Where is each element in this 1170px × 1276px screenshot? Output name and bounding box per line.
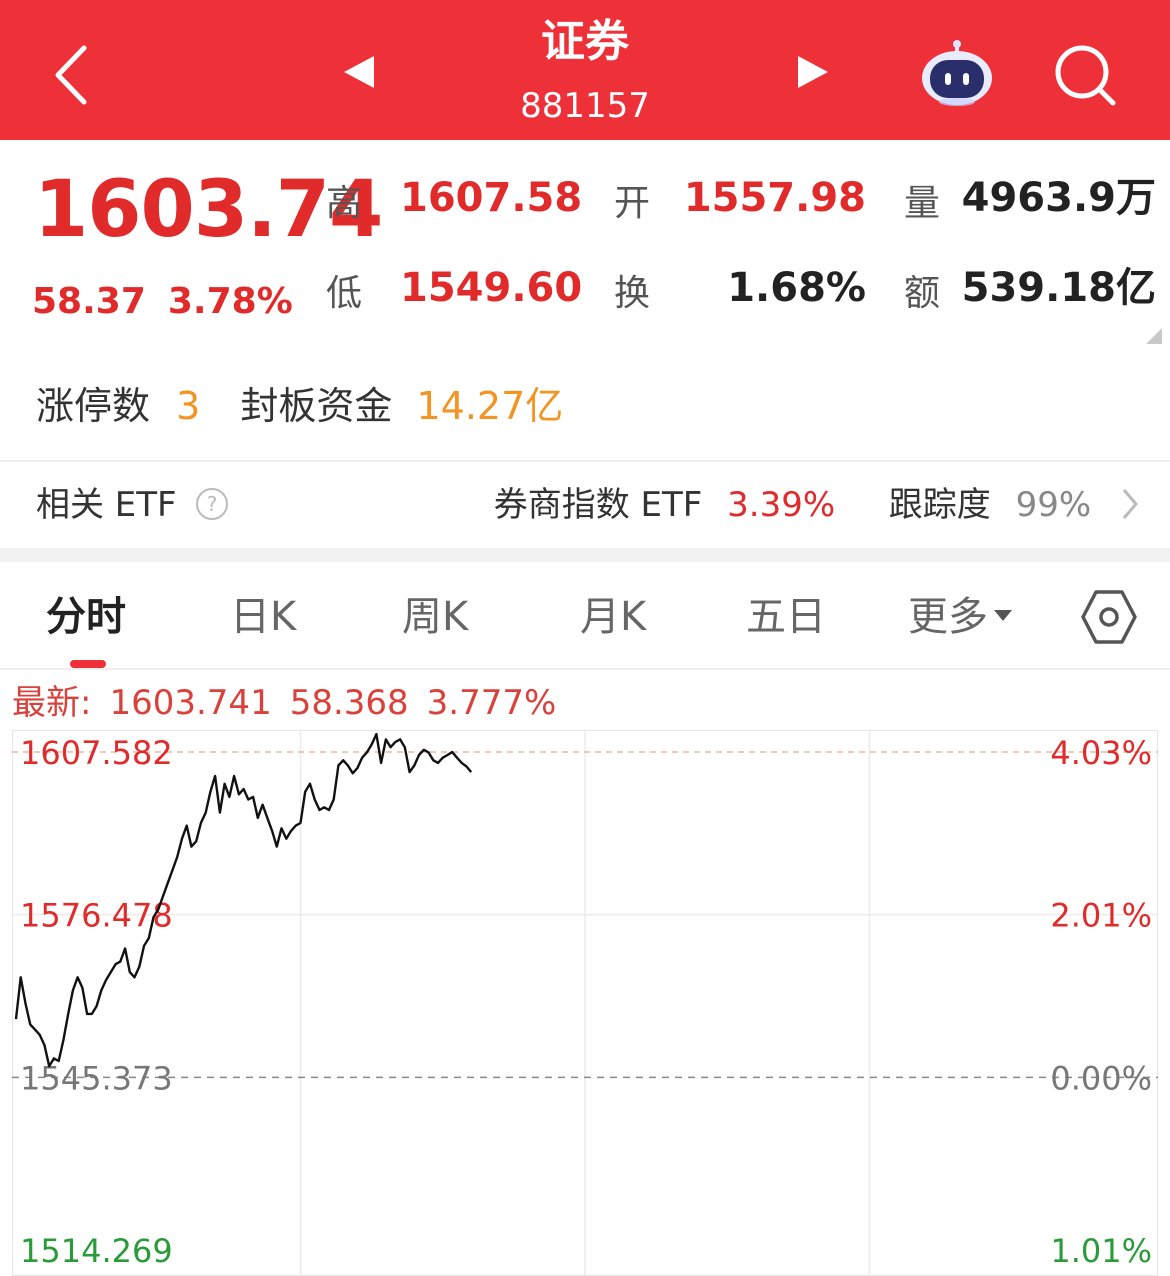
divider bbox=[0, 668, 1170, 670]
related-etf-row[interactable]: 相关 ETF ? 券商指数 ETF 3.39% 跟踪度 99% bbox=[0, 462, 1170, 548]
limit-up-row: 涨停数 3 封板资金 14.27亿 bbox=[36, 380, 563, 432]
volume-value: 4963.9万 bbox=[961, 175, 1156, 221]
tracking-value: 99% bbox=[1015, 485, 1092, 525]
latest-label: 最新: bbox=[12, 683, 92, 723]
triangle-right-icon[interactable] bbox=[792, 52, 832, 92]
tracking-label: 跟踪度 bbox=[888, 485, 991, 525]
tab-weekly-k[interactable]: 周K bbox=[402, 590, 468, 644]
price-change: 58.37 3.78% bbox=[32, 278, 293, 326]
question-circle-icon[interactable]: ? bbox=[195, 487, 229, 521]
volume-label: 量 bbox=[904, 183, 941, 224]
caret-down-icon bbox=[994, 609, 1012, 621]
svg-text:?: ? bbox=[207, 492, 218, 516]
expand-corner-icon[interactable] bbox=[1146, 328, 1162, 344]
etf-name: 券商指数 ETF bbox=[493, 485, 703, 525]
chevron-left-icon[interactable] bbox=[46, 40, 96, 110]
etf-percent: 3.39% bbox=[727, 485, 836, 525]
y-tick-label-left: 1607.582 bbox=[20, 734, 173, 772]
search-icon[interactable] bbox=[1052, 42, 1118, 108]
related-etf-title: 相关 ETF ? bbox=[36, 482, 229, 528]
open-value: 1557.98 bbox=[683, 175, 866, 221]
tab-monthly-k[interactable]: 月K bbox=[580, 590, 646, 644]
tab-five-day[interactable]: 五日 bbox=[746, 590, 826, 644]
y-tick-label-right: 0.00% bbox=[1050, 1059, 1152, 1097]
seal-fund-value: 14.27亿 bbox=[416, 384, 564, 428]
intraday-chart[interactable]: 1607.5821576.4781545.3731514.2694.03%2.0… bbox=[12, 730, 1158, 1276]
app-header: 证券 881157 bbox=[0, 0, 1170, 140]
y-tick-label-left: 1545.373 bbox=[20, 1059, 173, 1097]
settings-hexagon-icon[interactable] bbox=[1080, 588, 1138, 646]
turnover-label: 换 bbox=[614, 273, 651, 314]
y-tick-label-right: 2.01% bbox=[1050, 897, 1152, 935]
robot-icon[interactable] bbox=[918, 38, 996, 108]
seal-fund-label: 封板资金 bbox=[240, 384, 393, 428]
chart-axis-labels: 1607.5821576.4781545.3731514.2694.03%2.0… bbox=[20, 734, 1152, 1270]
high-value: 1607.58 bbox=[400, 175, 583, 221]
stock-code: 881157 bbox=[520, 86, 650, 126]
etf-info[interactable]: 券商指数 ETF 3.39% 跟踪度 99% bbox=[494, 482, 1140, 528]
related-etf-label: 相关 ETF bbox=[36, 485, 177, 525]
page-title: 证券 bbox=[541, 16, 629, 67]
chevron-right-icon[interactable] bbox=[1120, 486, 1140, 522]
tab-more[interactable]: 更多 bbox=[908, 590, 1012, 644]
change-percent: 3.78% bbox=[167, 281, 293, 322]
latest-quote-line: 最新: 1603.741 58.368 3.777% bbox=[12, 680, 556, 726]
open-label: 开 bbox=[614, 183, 651, 224]
chart-grid bbox=[12, 730, 1158, 1276]
latest-price: 1603.741 bbox=[109, 683, 272, 723]
high-label: 高 bbox=[326, 183, 363, 224]
section-separator bbox=[0, 548, 1170, 562]
turnover-value: 1.68% bbox=[727, 265, 866, 311]
y-tick-label-right: 1.01% bbox=[1050, 1232, 1152, 1270]
tab-more-label: 更多 bbox=[908, 594, 988, 640]
change-value: 58.37 bbox=[32, 281, 146, 322]
amount-value: 539.18亿 bbox=[961, 265, 1156, 311]
tab-intraday[interactable]: 分时 bbox=[46, 590, 126, 644]
chart-tabs: 分时 日K 周K 月K 五日 更多 bbox=[0, 568, 1170, 668]
y-tick-label-right: 4.03% bbox=[1050, 734, 1152, 772]
triangle-left-icon[interactable] bbox=[340, 52, 380, 92]
latest-percent: 3.777% bbox=[426, 683, 557, 723]
active-tab-indicator bbox=[70, 660, 106, 668]
tab-daily-k[interactable]: 日K bbox=[230, 590, 296, 644]
low-label: 低 bbox=[326, 273, 363, 314]
low-value: 1549.60 bbox=[400, 265, 583, 311]
amount-label: 额 bbox=[904, 273, 941, 314]
limit-up-count: 3 bbox=[176, 384, 201, 428]
latest-change: 58.368 bbox=[289, 683, 409, 723]
y-tick-label-left: 1514.269 bbox=[20, 1232, 173, 1270]
limit-up-count-label: 涨停数 bbox=[36, 384, 151, 428]
